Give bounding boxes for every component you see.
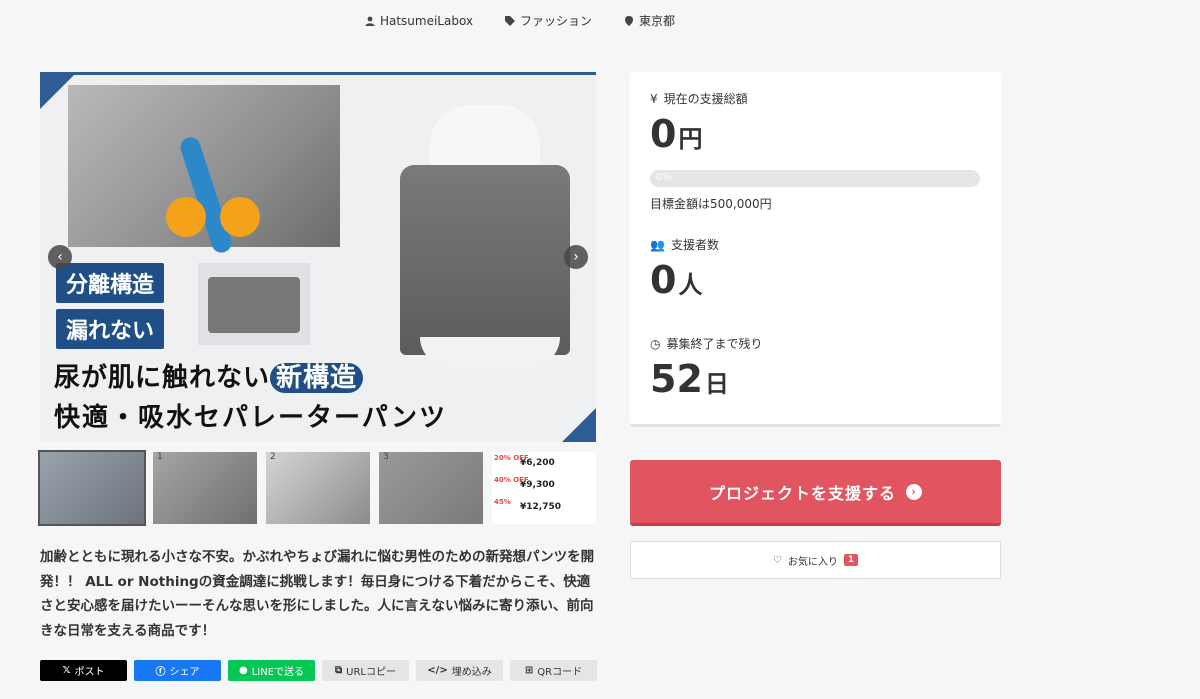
legs-shape	[420, 337, 560, 367]
support-project-label: プロジェクトを支援する	[708, 483, 896, 503]
user-icon	[365, 16, 375, 26]
product-inset-photo	[198, 263, 310, 345]
hero-headline-1: 尿が肌に触れない 新構造	[54, 357, 364, 394]
progress-percent: 0%	[656, 172, 672, 183]
share-bar: 𝕏 ポスト ⓕ シェア ● LINEで送る ⧉ URLコピー </> 埋め込み ⊞ QRコー…	[40, 660, 597, 681]
code-icon: </>	[427, 665, 448, 676]
thumbnail-2[interactable]: 2	[266, 452, 370, 524]
discount-label: 20% OFF	[494, 454, 529, 462]
facebook-icon: ⓕ	[155, 667, 166, 678]
meta-location-label: 東京都	[639, 14, 676, 28]
embed-label: 埋め込み	[451, 667, 492, 678]
goal-amount: 目標金額は500,000円	[650, 197, 772, 211]
price-row: 40% OFF ¥9,300	[492, 474, 596, 496]
tag-icon	[505, 15, 516, 26]
thumbnail-number: 3	[383, 452, 389, 462]
thumbnail-price-table[interactable]: 20% OFF ¥6,200 40% OFF ¥9,300 45% ¥12,750	[492, 452, 596, 524]
tube-shape	[177, 134, 235, 256]
qr-code-icon: ⊞	[524, 665, 534, 676]
pants-shape	[400, 165, 570, 355]
total-amount-label-text: 現在の支援総額	[663, 92, 748, 106]
thumbnail-3[interactable]: 3	[379, 452, 483, 524]
supporters-label: 👥 支援者数	[650, 236, 719, 253]
supporters-number: 0	[650, 258, 677, 302]
feature-tag-leakproof: 漏れない	[56, 309, 165, 349]
favorite-button[interactable]: ♡ お気に入り 1	[630, 541, 1001, 579]
inset-shape	[208, 277, 300, 333]
copy-url-button[interactable]: ⧉ URLコピー	[322, 660, 409, 681]
embed-button[interactable]: </> 埋め込み	[416, 660, 503, 681]
remaining-number: 52	[650, 357, 703, 401]
chevron-right-icon: ›	[573, 249, 579, 265]
product-closeup-photo	[68, 85, 340, 256]
share-line-label: LINEで送る	[251, 667, 305, 678]
meta-user-label: HatsumeiLabox	[379, 13, 474, 28]
thumbnail-number: 1	[157, 452, 163, 462]
share-facebook-button[interactable]: ⓕ シェア	[134, 660, 221, 681]
feature-tag-separation: 分離構造	[56, 263, 165, 303]
price-row: 20% OFF ¥6,200	[492, 452, 596, 474]
share-facebook-label: シェア	[169, 667, 200, 678]
project-description: 加齢とともに現れる小さな不安。かぶれやちょび漏れに悩む男性のための新発想パンツを…	[40, 549, 595, 639]
supporters-value: 0人	[650, 258, 702, 302]
hero-headline-1-text: 尿が肌に触れない	[54, 363, 271, 393]
share-x-label: ポスト	[74, 667, 105, 678]
meta-user[interactable]: HatsumeiLabox	[365, 12, 473, 29]
support-project-button[interactable]: プロジェクトを支援する ›	[630, 460, 1001, 526]
mannequin-photo	[400, 105, 570, 367]
remaining-label-text: 募集終了まで残り	[666, 337, 763, 351]
copy-url-label: URLコピー	[346, 667, 396, 678]
favorite-count-badge: 1	[843, 554, 859, 566]
carousel-prev-button[interactable]: ‹	[48, 245, 72, 269]
hero-headline-1-highlight: 新構造	[270, 363, 364, 393]
total-amount-unit: 円	[678, 125, 703, 153]
remaining-unit: 日	[704, 370, 729, 398]
funding-stats-card: ¥ 現在の支援総額 0円 0% 目標金額は500,000円 👥 支援者数 0人 ◷ 募…	[630, 72, 1001, 427]
heart-icon: ♡	[772, 554, 782, 566]
x-logo-icon: 𝕏	[62, 665, 71, 676]
total-amount-label: ¥ 現在の支援総額	[650, 90, 748, 107]
carousel-next-button[interactable]: ›	[564, 245, 588, 269]
price-row: 45% ¥12,750	[492, 496, 596, 518]
price-value: ¥12,750	[520, 502, 561, 512]
favorite-label: お気に入り	[787, 556, 838, 568]
clock-icon: ◷	[650, 336, 661, 351]
share-line-button[interactable]: ● LINEで送る	[228, 660, 315, 681]
supporters-label-text: 支援者数	[670, 238, 719, 252]
qr-code-button[interactable]: ⊞ QRコード	[510, 660, 597, 681]
supporters-unit: 人	[678, 271, 703, 299]
qr-code-label: QRコード	[537, 667, 583, 678]
chevron-left-icon: ‹	[57, 249, 63, 265]
yen-icon: ¥	[650, 91, 658, 106]
total-amount-value: 0円	[650, 112, 702, 156]
share-x-button[interactable]: 𝕏 ポスト	[40, 660, 127, 681]
meta-category-label: ファッション	[520, 14, 593, 28]
corner-decoration	[562, 408, 596, 442]
copy-icon: ⧉	[335, 665, 343, 676]
project-main-image[interactable]: 分離構造 漏れない 尿が肌に触れない 新構造 快適・吸水セパレーターパンツ	[40, 72, 596, 442]
thumbnail-number: 2	[270, 452, 276, 462]
remaining-label: ◷ 募集終了まで残り	[650, 335, 763, 352]
meta-category[interactable]: ファッション	[505, 12, 592, 29]
map-pin-icon	[625, 15, 634, 26]
discount-label: 45%	[494, 498, 511, 506]
users-icon: 👥	[650, 237, 665, 252]
remaining-value: 52日	[650, 357, 729, 401]
chevron-right-circle-icon: ›	[906, 483, 922, 500]
ball-shape	[166, 197, 206, 237]
thumbnail-1[interactable]: 1	[153, 452, 257, 524]
discount-label: 40% OFF	[494, 476, 529, 484]
hero-headline-2: 快適・吸水セパレーターパンツ	[54, 403, 448, 433]
ball-shape	[220, 197, 260, 237]
total-amount-number: 0	[650, 112, 677, 156]
line-icon: ●	[238, 665, 248, 676]
project-meta: HatsumeiLabox ファッション 東京都	[0, 12, 1040, 29]
thumbnail-strip: 1 2 3 20% OFF ¥6,200 40% OFF ¥9,300 45% ¥12…	[38, 450, 596, 526]
meta-location[interactable]: 東京都	[624, 12, 675, 29]
funding-progress-bar: 0%	[650, 170, 980, 187]
thumbnail-main[interactable]	[38, 450, 146, 526]
